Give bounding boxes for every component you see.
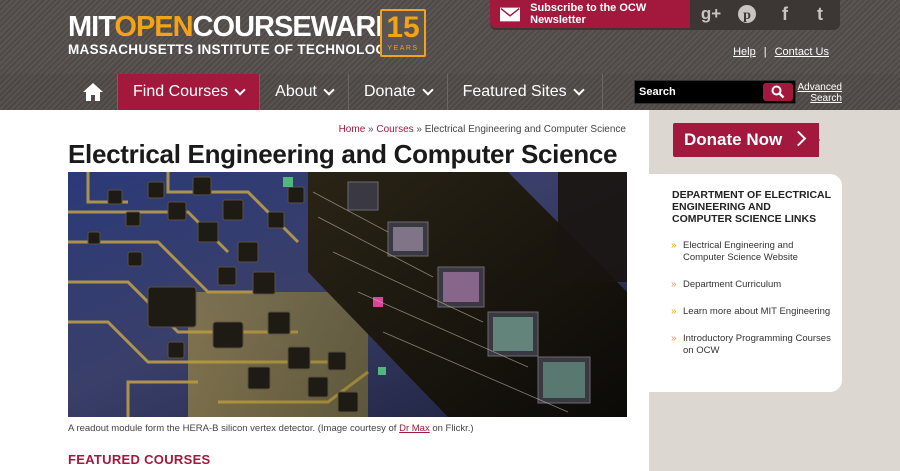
nav-items: Find Courses About Donate Featured Sites — [68, 74, 603, 110]
chevron-down-icon — [572, 83, 585, 96]
search-icon — [771, 85, 785, 99]
utility-links: Help | Contact Us — [733, 46, 829, 58]
breadcrumb-separator: » — [365, 124, 377, 135]
help-link[interactable]: Help — [733, 46, 756, 58]
bullet-icon: » — [671, 333, 677, 344]
link-separator: | — [763, 46, 767, 58]
breadcrumb: Home » Courses » Electrical Engineering … — [339, 124, 626, 135]
caption-credit-link[interactable]: Dr Max — [399, 423, 430, 434]
donate-now-label: Donate Now — [684, 130, 783, 149]
department-link-label: Electrical Engineering and Computer Scie… — [683, 240, 798, 263]
anniversary-number: 15 — [386, 11, 420, 44]
chevron-down-icon — [234, 83, 246, 96]
anniversary-label: YEARS — [387, 45, 419, 52]
hero-image — [68, 172, 627, 417]
ocw-logo[interactable]: MITOPENCOURSEWARE — [68, 11, 395, 43]
breadcrumb-current: Electrical Engineering and Computer Scie… — [424, 124, 626, 135]
google-plus-icon[interactable]: g+ — [699, 2, 723, 26]
site-header: MITOPENCOURSEWARE MASSACHUSETTS INSTITUT… — [0, 0, 900, 74]
department-link[interactable]: » Electrical Engineering and Computer Sci… — [671, 240, 833, 264]
caption-text-end: on Flickr.) — [429, 423, 474, 434]
nav-donate-label: Donate — [363, 83, 416, 100]
nav-find-courses[interactable]: Find Courses — [118, 74, 261, 110]
department-link[interactable]: » Learn more about MIT Engineering — [671, 306, 833, 318]
bullet-icon: » — [671, 240, 677, 251]
envelope-icon — [500, 7, 521, 21]
donate-arrow-shape — [805, 123, 820, 157]
department-link[interactable]: » Introductory Programming Courses on OCW — [671, 333, 833, 357]
nav-find-courses-label: Find Courses — [133, 83, 229, 100]
department-links-list: » Electrical Engineering and Computer Sci… — [671, 240, 833, 372]
twitter-icon[interactable]: t — [808, 2, 832, 26]
nav-donate[interactable]: Donate — [349, 74, 448, 110]
caption-text: A readout module form the HERA-B silicon… — [68, 423, 400, 434]
department-link[interactable]: » Department Curriculum — [671, 279, 833, 291]
home-button[interactable] — [68, 74, 118, 110]
nav-featured-sites-label: Featured Sites — [462, 83, 567, 100]
newsletter-social-bar: Subscribe to the OCW Newsletter g+ p f t — [490, 0, 840, 30]
logo-part-courseware: COURSEWARE — [192, 11, 395, 43]
nav-featured-sites[interactable]: Featured Sites — [448, 74, 603, 110]
breadcrumb-home[interactable]: Home — [339, 124, 366, 135]
contact-us-link[interactable]: Contact Us — [775, 46, 829, 58]
newsletter-label: Subscribe to the OCW Newsletter — [530, 2, 647, 26]
chip-photo — [68, 172, 627, 417]
anniversary-badge: 15 YEARS — [380, 9, 426, 57]
home-icon — [82, 83, 103, 101]
search-box — [634, 80, 796, 104]
pinterest-icon[interactable]: p — [735, 2, 759, 26]
svg-text:p: p — [743, 8, 751, 23]
department-link-label: Introductory Programming Courses on OCW — [683, 333, 831, 356]
logo-subtitle: MASSACHUSETTS INSTITUTE OF TECHNOLOGY — [68, 42, 396, 57]
department-links-panel: DEPARTMENT OF ELECTRICAL ENGINEERING AND… — [649, 174, 842, 392]
department-link-label: Department Curriculum — [683, 279, 782, 290]
breadcrumb-courses[interactable]: Courses — [376, 124, 413, 135]
logo-part-open: OPEN — [114, 11, 193, 43]
nav-about[interactable]: About — [260, 74, 349, 110]
search-input[interactable] — [639, 84, 759, 100]
department-links-title: DEPARTMENT OF ELECTRICAL ENGINEERING AND… — [672, 189, 831, 225]
bullet-icon: » — [671, 279, 677, 290]
image-caption: A readout module form the HERA-B silicon… — [68, 423, 474, 434]
nav-about-label: About — [275, 83, 317, 100]
page-title: Electrical Engineering and Computer Scie… — [68, 139, 618, 169]
chevron-down-icon — [421, 83, 434, 96]
advanced-search-link[interactable]: Advanced Search — [796, 82, 842, 104]
breadcrumb-separator: » — [413, 124, 425, 135]
search-button[interactable] — [763, 83, 793, 101]
featured-courses-heading: FEATURED COURSES — [68, 452, 211, 467]
chevron-down-icon — [323, 83, 335, 96]
department-link-label: Learn more about MIT Engineering — [683, 306, 831, 317]
logo-part-mit: MIT — [68, 11, 115, 43]
facebook-icon[interactable]: f — [773, 2, 797, 26]
newsletter-subscribe-button[interactable]: Subscribe to the OCW Newsletter — [490, 0, 690, 28]
bullet-icon: » — [671, 306, 677, 317]
